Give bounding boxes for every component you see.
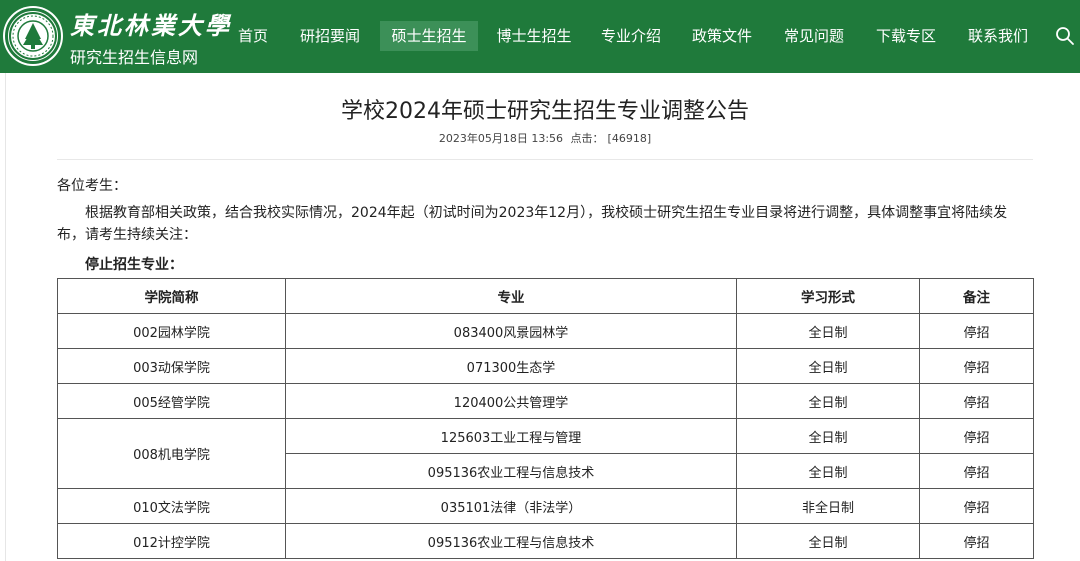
article-meta: 2023年05月18日 13:56 点击： [46918] [0,130,1080,146]
nav-doctoral-admission[interactable]: 博士生招生 [486,21,582,51]
header-study-mode: 学习形式 [736,278,920,314]
brand-subtitle[interactable]: 研究生招生信息网 [70,44,198,68]
nav-master-admission[interactable]: 硕士生招生 [380,21,478,51]
major-cell: 095136农业工程与信息技术 [285,523,737,559]
hits-label: 点击： [570,132,604,145]
header-major: 专业 [285,278,737,314]
note-cell: 停招 [919,383,1034,419]
major-cell: 095136农业工程与信息技术 [285,453,737,489]
table-row: 005经管学院 120400公共管理学 全日制 停招 [57,383,1034,419]
major-cell: 125603工业工程与管理 [285,418,737,454]
major-cell: 083400风景园林学 [285,313,737,349]
nav-home[interactable]: 首页 [222,21,284,51]
content-left-border [5,73,6,561]
title-divider [57,159,1033,160]
suspended-majors-heading: 停止招生专业： [85,257,183,273]
study-mode-cell: 全日制 [736,523,920,559]
college-cell: 003动保学院 [57,348,286,384]
major-cell: 071300生态学 [285,348,737,384]
college-cell: 005经管学院 [57,383,286,419]
article-date: 2023年05月18日 13:56 [438,132,564,145]
table-row: 008机电学院 125603工业工程与管理 全日制 停招 [57,418,1034,489]
note-cell: 停招 [919,523,1034,559]
search-icon[interactable] [1055,26,1075,46]
brand-title[interactable]: 東北林業大學 [70,6,232,41]
college-cell: 002园林学院 [57,313,286,349]
header-college: 学院简称 [57,278,286,314]
university-logo[interactable] [5,8,61,64]
study-mode-cell: 全日制 [736,453,920,489]
college-cell: 008机电学院 [57,418,286,489]
nav-faq[interactable]: 常见问题 [774,21,854,51]
major-cell: 035101法律（非法学） [285,488,737,524]
note-cell: 停招 [919,348,1034,384]
nav-contact[interactable]: 联系我们 [958,21,1038,51]
table-row: 003动保学院 071300生态学 全日制 停招 [57,348,1034,384]
nav-policy[interactable]: 政策文件 [682,21,762,51]
college-cell: 010文法学院 [57,488,286,524]
suspended-majors-table: 学院简称 专业 学习形式 备注 002园林学院 083400风景园林学 全日制 … [57,278,1034,559]
body-paragraph: 根据教育部相关政策，结合我校实际情况，2024年起（初试时间为2023年12月）… [57,205,1008,243]
study-mode-cell: 全日制 [736,383,920,419]
table-row: 002园林学院 083400风景园林学 全日制 停招 [57,313,1034,349]
hits-count: [46918] [607,132,652,145]
header-note: 备注 [919,278,1034,314]
nav-news[interactable]: 研招要闻 [291,21,369,51]
table-row: 010文法学院 035101法律（非法学） 非全日制 停招 [57,488,1034,524]
site-header: 東北林業大學 研究生招生信息网 首页 研招要闻 硕士生招生 博士生招生 专业介绍… [0,0,1080,73]
note-cell: 停招 [919,418,1034,454]
article-title: 学校2024年硕士研究生招生专业调整公告 [341,99,749,124]
table-row: 012计控学院 095136农业工程与信息技术 全日制 停招 [57,523,1034,559]
note-cell: 停招 [919,488,1034,524]
nav-downloads[interactable]: 下载专区 [866,21,946,51]
study-mode-cell: 非全日制 [736,488,920,524]
greeting: 各位考生： [57,178,127,194]
study-mode-cell: 全日制 [736,313,920,349]
note-cell: 停招 [919,313,1034,349]
nav-major-intro[interactable]: 专业介绍 [591,21,671,51]
study-mode-cell: 全日制 [736,348,920,384]
note-cell: 停招 [919,453,1034,489]
college-cell: 012计控学院 [57,523,286,559]
study-mode-cell: 全日制 [736,418,920,454]
table-header-row: 学院简称 专业 学习形式 备注 [57,278,1034,314]
major-cell: 120400公共管理学 [285,383,737,419]
